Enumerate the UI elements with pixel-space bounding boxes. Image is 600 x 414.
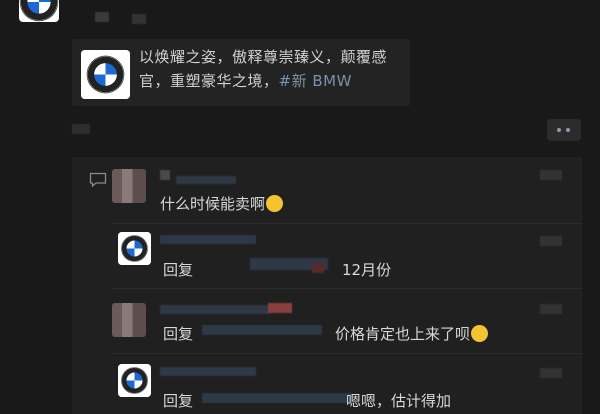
masked-timestamp (540, 236, 562, 246)
bmw-logo-icon (118, 364, 151, 397)
thinking-emoji-icon (266, 195, 284, 212)
masked-username (268, 303, 292, 313)
masked-mention (202, 325, 322, 335)
commenter-avatar[interactable] (112, 169, 146, 203)
card-thumbnail (81, 50, 130, 99)
shared-post-text: 以焕耀之姿，傲释尊崇臻义，颠覆感官，重塑豪华之境，#新 BMW (139, 48, 388, 90)
hashtag-link[interactable]: #新 BMW (279, 72, 352, 90)
reply-text: 嗯嗯，估计得加 (346, 392, 452, 410)
masked-timestamp (540, 304, 562, 314)
divider (112, 223, 582, 224)
reply-label: 回复 (163, 325, 194, 343)
reply-text: 价格肯定也上来了呗 (335, 323, 489, 344)
laughing-emoji-icon (471, 325, 489, 342)
masked-username (160, 367, 256, 376)
masked-username (160, 235, 256, 244)
masked-timestamp (540, 368, 562, 378)
masked-username (160, 170, 170, 180)
bmw-logo-icon (81, 50, 130, 99)
bmw-logo-icon (118, 232, 151, 265)
masked-username (176, 176, 236, 184)
masked-username (132, 14, 146, 24)
masked-username (160, 305, 270, 314)
shared-post-card[interactable]: 以焕耀之姿，傲释尊崇臻义，颠覆感官，重塑豪华之境，#新 BMW (72, 39, 410, 106)
reply-text: 12月份 (342, 261, 392, 279)
bmw-logo-icon (19, 0, 59, 22)
reply-label: 回复 (163, 392, 194, 410)
more-options-button[interactable] (547, 119, 581, 141)
masked-username (95, 12, 109, 22)
reply-avatar[interactable] (118, 232, 151, 265)
masked-mention (312, 263, 324, 273)
divider (112, 288, 582, 289)
masked-timestamp (72, 124, 90, 134)
comments-panel: 什么时候能卖啊 回复 12月份 回复 价格肯定也上来了呗 回复 嗯嗯，估计得加 (72, 157, 582, 414)
commenter-avatar[interactable] (112, 303, 146, 337)
post-author-avatar[interactable] (19, 0, 59, 22)
more-dot-icon (566, 128, 570, 132)
reply-label: 回复 (163, 261, 194, 279)
comment-icon (89, 172, 107, 188)
masked-timestamp (540, 170, 562, 180)
comment-text: 什么时候能卖啊 (160, 193, 284, 214)
masked-mention (202, 393, 352, 403)
reply-avatar[interactable] (118, 364, 151, 397)
more-dot-icon (557, 128, 561, 132)
divider (112, 353, 582, 354)
